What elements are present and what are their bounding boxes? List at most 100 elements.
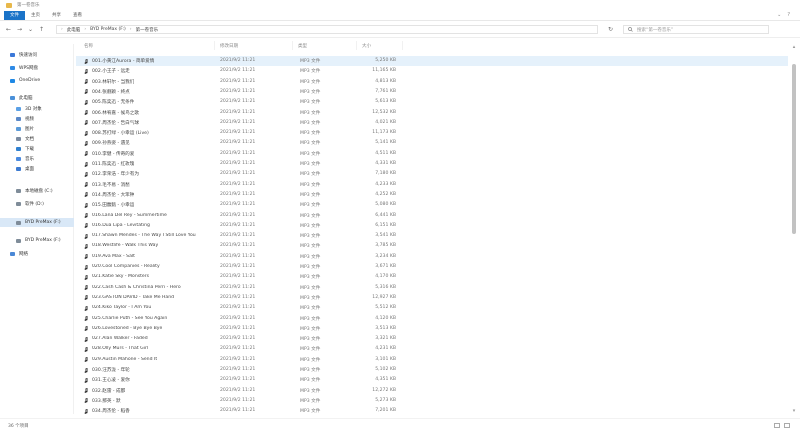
table-row[interactable]: 025.Charlie Puth - See You Again 2021/9/2… <box>76 314 788 324</box>
file-size: 6,151 KB <box>375 222 396 228</box>
column-divider[interactable] <box>214 41 215 50</box>
table-row[interactable]: 010.李健 - 传奇的爱 2021/9/2 11:21 MP3 文件 4,511 K… <box>76 149 788 159</box>
tab-view[interactable]: 查看 <box>67 11 88 20</box>
chevron-down-icon[interactable]: ⌄ <box>777 12 781 18</box>
file-name: 007.周杰伦 - 告白气球 <box>92 120 139 126</box>
file-size: 4,331 KB <box>375 161 396 166</box>
table-row[interactable]: 003.林轩尔 - 当我们 2021/9/2 11:21 MP3 文件 4,813 K… <box>76 77 788 87</box>
table-row[interactable]: 001.小黄江Aurora - 简单爱情 2021/9/2 11:21 MP3 文件… <box>76 56 788 66</box>
sidebar-item-label: 文档 <box>25 136 34 142</box>
recent-locations-icon[interactable]: ⌄ <box>26 26 35 33</box>
table-row[interactable]: 006.林宥嘉 - 候鸟之歌 2021/9/2 11:21 MP3 文件 12,532… <box>76 108 788 118</box>
table-row[interactable]: 017.Shawn Mendes - The Way I Still Love … <box>76 231 788 241</box>
table-row[interactable]: 022.Cash Cash & Christina Perri - Hero 20… <box>76 283 788 293</box>
table-row[interactable]: 011.陈奕迅 - 红玫瑰 2021/9/2 11:21 MP3 文件 4,331 K… <box>76 159 788 169</box>
file-size: 5,080 KB <box>375 202 396 208</box>
sidebar-item[interactable]: 3D 对象 <box>0 104 74 113</box>
table-row[interactable]: 031.王心凌 - 爱你 2021/9/2 11:21 MP3 文件 4,351 KB <box>76 375 788 385</box>
search-input[interactable]: 搜索“第一卷音乐” <box>637 27 673 33</box>
back-arrow-icon[interactable]: ← <box>4 26 13 33</box>
breadcrumb-drive[interactable]: BYD PreMax (F:) <box>90 27 126 32</box>
table-row[interactable]: 004.张靓颖 - 终点 2021/9/2 11:21 MP3 文件 7,761 KB <box>76 87 788 97</box>
breadcrumb-folder[interactable]: 第一卷音乐 <box>136 27 159 33</box>
table-row[interactable]: 021.Katie Sky - Monsters 2021/9/2 11:21 MP… <box>76 272 788 282</box>
sidebar-item[interactable]: 视频 <box>0 114 74 123</box>
up-arrow-icon[interactable]: ↑ <box>37 26 46 33</box>
tab-share[interactable]: 共享 <box>46 11 67 20</box>
forward-arrow-icon[interactable]: → <box>15 26 24 33</box>
breadcrumb-this-pc[interactable]: 此电脑 <box>67 27 81 33</box>
scroll-down-icon[interactable]: ▾ <box>791 408 797 414</box>
table-row[interactable]: 018.Westlife - Walk This Way 2021/9/2 11:… <box>76 241 788 251</box>
table-row[interactable]: 009.孙燕姿 - 遇见 2021/9/2 11:21 MP3 文件 5,141 KB <box>76 138 788 148</box>
column-divider[interactable] <box>292 41 293 50</box>
table-row[interactable]: 019.Ava Max - Salt 2021/9/2 11:21 MP3 文件 3,… <box>76 252 788 262</box>
sidebar-item[interactable]: 桌面 <box>0 164 74 173</box>
vertical-scrollbar[interactable]: ▴ ▾ <box>791 44 797 414</box>
table-row[interactable]: 032.赵雷 - 成都 2021/9/2 11:21 MP3 文件 12,272 KB <box>76 386 788 396</box>
column-divider[interactable] <box>356 41 357 50</box>
tab-home[interactable]: 主页 <box>25 11 46 20</box>
sidebar-item[interactable]: 图片 <box>0 124 74 133</box>
mp3-file-icon <box>84 398 88 404</box>
column-date[interactable]: 修改日期 <box>220 43 238 49</box>
scroll-thumb[interactable] <box>792 64 796 234</box>
sidebar-item[interactable]: 本地磁盘 (C:) <box>0 186 74 195</box>
column-divider[interactable] <box>402 41 403 50</box>
sidebar-item[interactable]: 软件 (D:) <box>0 199 74 208</box>
table-row[interactable]: 015.田馥甄 - 小幸运 2021/9/2 11:21 MP3 文件 5,080 K… <box>76 200 788 210</box>
large-icons-view-icon[interactable] <box>784 423 790 428</box>
table-row[interactable]: 016.Dua Lipa - Levitating 2021/9/2 11:21 M… <box>76 221 788 231</box>
file-size: 11,173 KB <box>372 130 396 136</box>
table-row[interactable]: 005.陈奕迅 - 无条件 2021/9/2 11:21 MP3 文件 5,613 K… <box>76 97 788 107</box>
sidebar-item[interactable]: 此电脑 <box>0 93 74 102</box>
sidebar-item[interactable]: 文档 <box>0 134 74 143</box>
table-row[interactable]: 024.Kiko Taylor - I Am You 2021/9/2 11:21… <box>76 303 788 313</box>
sidebar-item[interactable]: 音乐 <box>0 154 74 163</box>
table-row[interactable]: 034.周杰伦 - 稻香 2021/9/2 11:21 MP3 文件 7,201 KB <box>76 406 788 416</box>
table-row[interactable]: 012.李荣浩 - 年少有为 2021/9/2 11:21 MP3 文件 7,180 … <box>76 169 788 179</box>
table-row[interactable]: 027.Alan Walker - Faded 2021/9/2 11:21 MP3… <box>76 334 788 344</box>
file-name: 032.赵雷 - 成都 <box>92 388 126 394</box>
refresh-icon[interactable]: ↻ <box>606 26 615 33</box>
table-row[interactable]: 016.Lana Del Rey - Summertime 2021/9/2 11… <box>76 211 788 221</box>
table-row[interactable]: 007.周杰伦 - 告白气球 2021/9/2 11:21 MP3 文件 4,021 … <box>76 118 788 128</box>
file-type: MP3 文件 <box>300 265 321 270</box>
sidebar-item[interactable]: OneDrive <box>0 76 74 85</box>
sidebar-item[interactable]: BYD PreMax (F:) <box>0 236 74 245</box>
table-row[interactable]: 033.那英 - 默 2021/9/2 11:21 MP3 文件 5,273 KB <box>76 396 788 406</box>
tab-file[interactable]: 文件 <box>4 10 25 20</box>
table-row[interactable]: 020.Cool Companies - Reality 2021/9/2 11:… <box>76 262 788 272</box>
file-type: MP3 文件 <box>300 326 321 332</box>
help-icon[interactable]: ? <box>787 12 790 18</box>
scroll-up-icon[interactable]: ▴ <box>791 44 797 50</box>
file-type: MP3 文件 <box>300 368 321 373</box>
file-type: MP3 文件 <box>300 192 321 198</box>
table-row[interactable]: 002.小王子 - 远走 2021/9/2 11:21 MP3 文件 11,165 K… <box>76 66 788 76</box>
column-size[interactable]: 大小 <box>362 43 371 49</box>
table-row[interactable]: 008.苏打绿 - 小幸运 (Live) 2021/9/2 11:21 MP3 文件… <box>76 128 788 138</box>
mp3-file-icon <box>84 192 88 198</box>
sidebar-item[interactable]: 下载 <box>0 144 74 153</box>
table-row[interactable]: 029.Austin Mahone - Send It 2021/9/2 11:2… <box>76 355 788 365</box>
file-type: MP3 文件 <box>300 100 321 106</box>
table-row[interactable]: 014.周杰伦 - 大笨钟 2021/9/2 11:21 MP3 文件 4,252 K… <box>76 190 788 200</box>
table-row[interactable]: 026.Lovestoned - Bye Bye Bye 2021/9/2 11:… <box>76 324 788 334</box>
breadcrumb[interactable]: › 此电脑 › BYD PreMax (F:) › 第一卷音乐 <box>56 25 598 34</box>
column-type[interactable]: 类型 <box>298 43 307 49</box>
table-row[interactable]: 023.GASTON DAVID - Take Me Hand 2021/9/2 … <box>76 293 788 303</box>
table-row[interactable]: 030.汪苏泷 - 年轮 2021/9/2 11:21 MP3 文件 5,102 KB <box>76 365 788 375</box>
sidebar-item[interactable]: 快速访问 <box>0 50 74 59</box>
search-box[interactable]: 搜索“第一卷音乐” <box>623 25 769 34</box>
column-name[interactable]: 名称 <box>84 43 93 49</box>
table-row[interactable]: 013.毛不易 - 消愁 2021/9/2 11:21 MP3 文件 4,233 KB <box>76 180 788 190</box>
sidebar-item[interactable]: BYD PreMax (F:) <box>0 218 74 227</box>
file-date: 2021/9/2 11:21 <box>220 315 256 321</box>
sidebar-item[interactable]: 网络 <box>0 249 74 258</box>
sidebar-item-label: 桌面 <box>25 166 34 172</box>
sidebar-item[interactable]: WPS网盘 <box>0 63 74 72</box>
table-row[interactable]: 028.Olly Murs - That Girl 2021/9/2 11:21 M… <box>76 344 788 354</box>
details-view-icon[interactable] <box>774 423 780 428</box>
sidebar-item-label: BYD PreMax (F:) <box>25 220 61 225</box>
file-date: 2021/9/2 11:21 <box>220 336 256 342</box>
